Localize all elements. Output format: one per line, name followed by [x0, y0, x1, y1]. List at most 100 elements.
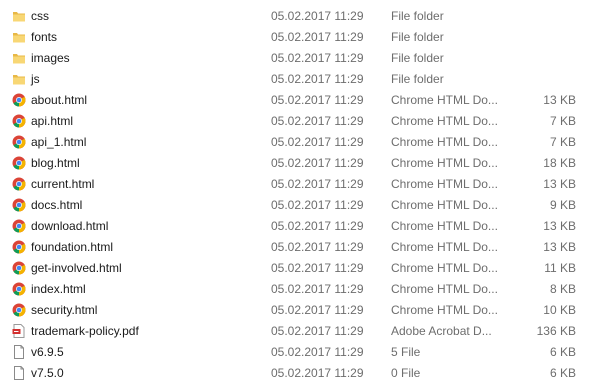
file-size: 136 KB — [536, 324, 576, 338]
file-date-modified: 05.02.2017 11:29 — [271, 282, 364, 296]
chrome-icon — [12, 156, 26, 170]
file-type: Chrome HTML Do... — [391, 93, 498, 107]
file-date-modified: 05.02.2017 11:29 — [271, 30, 364, 44]
chrome-icon — [12, 177, 26, 191]
file-row[interactable]: get-involved.html 05.02.2017 11:29 Chrome … — [0, 258, 593, 279]
chrome-icon — [12, 114, 26, 128]
folder-icon — [12, 30, 26, 44]
file-row[interactable]: security.html 05.02.2017 11:29 Chrome HTML… — [0, 300, 593, 321]
folder-icon — [12, 51, 26, 65]
chrome-icon — [12, 303, 26, 317]
file-row[interactable]: download.html 05.02.2017 11:29 Chrome HTML… — [0, 216, 593, 237]
file-row[interactable]: fonts 05.02.2017 11:29 File folder — [0, 27, 593, 48]
file-size: 13 KB — [543, 219, 576, 233]
file-name: v7.5.0 — [31, 366, 64, 380]
file-date-modified: 05.02.2017 11:29 — [271, 366, 364, 380]
file-row[interactable]: index.html 05.02.2017 11:29 Chrome HTML Do… — [0, 279, 593, 300]
file-type: Adobe Acrobat D... — [391, 324, 492, 338]
file-type: Chrome HTML Do... — [391, 261, 498, 275]
file-type: Chrome HTML Do... — [391, 177, 498, 191]
file-type: Chrome HTML Do... — [391, 282, 498, 296]
file-date-modified: 05.02.2017 11:29 — [271, 93, 364, 107]
file-row[interactable]: images 05.02.2017 11:29 File folder — [0, 48, 593, 69]
file-size: 7 KB — [549, 135, 576, 149]
file-type: File folder — [391, 9, 444, 23]
file-date-modified: 05.02.2017 11:29 — [271, 219, 364, 233]
file-date-modified: 05.02.2017 11:29 — [271, 51, 364, 65]
chrome-icon — [12, 219, 26, 233]
file-date-modified: 05.02.2017 11:29 — [271, 135, 364, 149]
file-name: blog.html — [31, 156, 80, 170]
file-name: docs.html — [31, 198, 83, 212]
file-date-modified: 05.02.2017 11:29 — [271, 324, 364, 338]
chrome-icon — [12, 261, 26, 275]
file-name: v6.9.5 — [31, 345, 64, 359]
file-row[interactable]: v6.9.5 05.02.2017 11:29 5 File 6 KB — [0, 342, 593, 363]
file-type: Chrome HTML Do... — [391, 198, 498, 212]
file-type: Chrome HTML Do... — [391, 219, 498, 233]
file-row[interactable]: current.html 05.02.2017 11:29 Chrome HTML … — [0, 174, 593, 195]
file-name: fonts — [31, 30, 58, 44]
chrome-icon — [12, 240, 26, 254]
chrome-icon — [12, 93, 26, 107]
file-type: Chrome HTML Do... — [391, 240, 498, 254]
file-name: current.html — [31, 177, 95, 191]
folder-icon — [12, 72, 26, 86]
file-date-modified: 05.02.2017 11:29 — [271, 261, 364, 275]
file-date-modified: 05.02.2017 11:29 — [271, 240, 364, 254]
file-row[interactable]: blog.html 05.02.2017 11:29 Chrome HTML Do.… — [0, 153, 593, 174]
file-row[interactable]: foundation.html 05.02.2017 11:29 Chrome HT… — [0, 237, 593, 258]
file-row[interactable]: js 05.02.2017 11:29 File folder — [0, 69, 593, 90]
file-name: index.html — [31, 282, 86, 296]
file-size: 18 KB — [543, 156, 576, 170]
pdf-icon — [12, 324, 26, 338]
chrome-icon — [12, 282, 26, 296]
file-size: 6 KB — [549, 345, 576, 359]
file-size: 9 KB — [549, 198, 576, 212]
file-type: Chrome HTML Do... — [391, 303, 498, 317]
file-size: 13 KB — [543, 177, 576, 191]
file-date-modified: 05.02.2017 11:29 — [271, 72, 364, 86]
file-row[interactable]: css 05.02.2017 11:29 File folder — [0, 6, 593, 27]
file-date-modified: 05.02.2017 11:29 — [271, 303, 364, 317]
file-type: File folder — [391, 51, 444, 65]
file-name: api.html — [31, 114, 74, 128]
file-size: 13 KB — [543, 240, 576, 254]
file-type: 5 File — [391, 345, 421, 359]
file-date-modified: 05.02.2017 11:29 — [271, 114, 364, 128]
file-name: js — [31, 72, 40, 86]
file-type: Chrome HTML Do... — [391, 114, 498, 128]
file-size: 13 KB — [543, 93, 576, 107]
file-name: api_1.html — [31, 135, 87, 149]
chrome-icon — [12, 135, 26, 149]
file-type: File folder — [391, 30, 444, 44]
file-icon — [12, 366, 26, 380]
file-date-modified: 05.02.2017 11:29 — [271, 9, 364, 23]
file-name: trademark-policy.pdf — [31, 324, 139, 338]
file-row[interactable]: api.html 05.02.2017 11:29 Chrome HTML Do..… — [0, 111, 593, 132]
file-type: Chrome HTML Do... — [391, 156, 498, 170]
file-type: 0 File — [391, 366, 421, 380]
file-list: css 05.02.2017 11:29 File folder fonts 05.0… — [0, 6, 593, 384]
file-date-modified: 05.02.2017 11:29 — [271, 177, 364, 191]
file-row[interactable]: v7.5.0 05.02.2017 11:29 0 File 6 KB — [0, 363, 593, 384]
file-size: 10 KB — [543, 303, 576, 317]
file-row[interactable]: docs.html 05.02.2017 11:29 Chrome HTML Do.… — [0, 195, 593, 216]
file-name: download.html — [31, 219, 109, 233]
file-name: security.html — [31, 303, 98, 317]
file-row[interactable]: about.html 05.02.2017 11:29 Chrome HTML Do… — [0, 90, 593, 111]
file-row[interactable]: trademark-policy.pdf 05.02.2017 11:29 Adob… — [0, 321, 593, 342]
file-type: File folder — [391, 72, 444, 86]
file-name: images — [31, 51, 70, 65]
file-date-modified: 05.02.2017 11:29 — [271, 198, 364, 212]
folder-icon — [12, 9, 26, 23]
file-size: 11 KB — [544, 261, 576, 275]
file-icon — [12, 345, 26, 359]
file-name: about.html — [31, 93, 88, 107]
file-row[interactable]: api_1.html 05.02.2017 11:29 Chrome HTML Do… — [0, 132, 593, 153]
file-size: 8 KB — [549, 282, 576, 296]
file-date-modified: 05.02.2017 11:29 — [271, 345, 364, 359]
file-date-modified: 05.02.2017 11:29 — [271, 156, 364, 170]
file-size: 6 KB — [549, 366, 576, 380]
file-name: get-involved.html — [31, 261, 122, 275]
